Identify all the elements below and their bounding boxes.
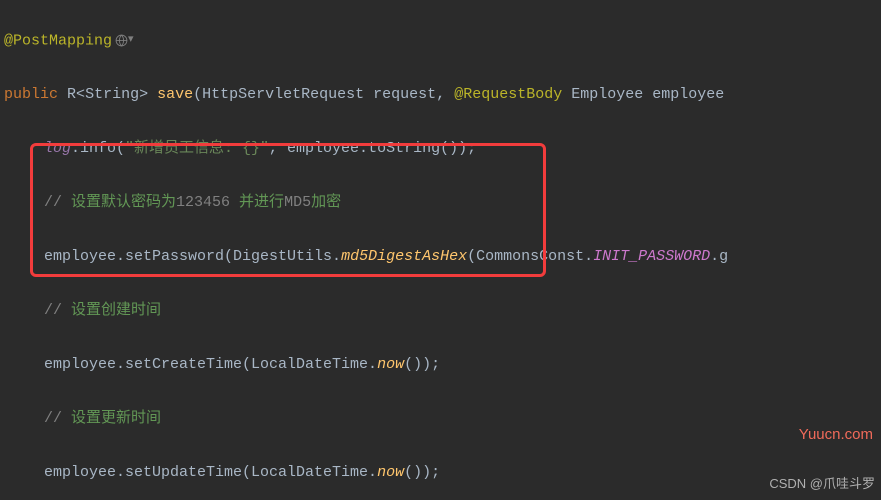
param-type: Employee bbox=[571, 86, 643, 103]
annotation: @PostMapping bbox=[4, 32, 112, 49]
code-text: employee.setCreateTime(LocalDateTime. bbox=[44, 356, 377, 373]
comment-line: // 设置默认密码为123456 并进行MD5加密 bbox=[0, 189, 881, 216]
method-name: save bbox=[157, 86, 193, 103]
code-text: ()); bbox=[404, 356, 440, 373]
comment: // bbox=[44, 302, 71, 319]
comment: 设置默认密码为 bbox=[71, 194, 176, 211]
code-text: , employee.toString()); bbox=[269, 140, 476, 157]
code-text: (CommonsConst. bbox=[467, 248, 593, 265]
generic-type: String bbox=[85, 86, 139, 103]
globe-icon bbox=[114, 34, 128, 48]
code-line: @PostMapping ▾ bbox=[0, 27, 881, 54]
static-method: md5DigestAsHex bbox=[341, 248, 467, 265]
code-line: employee.setPassword(DigestUtils.md5Dige… bbox=[0, 243, 881, 270]
chevron-down-icon: ▾ bbox=[128, 34, 134, 46]
watermark: Yuucn.com bbox=[799, 421, 873, 448]
code-text: .g bbox=[710, 248, 728, 265]
comment: 123456 bbox=[176, 194, 239, 211]
comment: MD5 bbox=[284, 194, 311, 211]
param-name: employee bbox=[652, 86, 724, 103]
static-method: now bbox=[377, 464, 404, 481]
code-line: log.info("新增员工信息: {}", employee.toString… bbox=[0, 135, 881, 162]
string-literal: "新增员工信息: {}" bbox=[125, 140, 269, 157]
comment: 设置创建时间 bbox=[71, 302, 161, 319]
log-var: log bbox=[44, 140, 71, 157]
comment-line: // 设置创建时间 bbox=[0, 297, 881, 324]
method-call: .info( bbox=[71, 140, 125, 157]
annotation: @RequestBody bbox=[454, 86, 562, 103]
param-type: HttpServletRequest bbox=[202, 86, 364, 103]
code-text: ()); bbox=[404, 464, 440, 481]
code-line: employee.setCreateTime(LocalDateTime.now… bbox=[0, 351, 881, 378]
csdn-attribution: CSDN @爪哇斗罗 bbox=[769, 470, 875, 497]
code-text: employee.setUpdateTime(LocalDateTime. bbox=[44, 464, 377, 481]
constant: INIT_PASSWORD bbox=[593, 248, 710, 265]
comment: 设置更新时间 bbox=[71, 410, 161, 427]
code-line: public R<String> save(HttpServletRequest… bbox=[0, 81, 881, 108]
static-method: now bbox=[377, 356, 404, 373]
code-line: employee.setUpdateTime(LocalDateTime.now… bbox=[0, 459, 881, 486]
comment-line: // 设置更新时间 bbox=[0, 405, 881, 432]
param-name: request bbox=[373, 86, 436, 103]
comment: 并进行 bbox=[239, 194, 284, 211]
comment: // bbox=[44, 194, 71, 211]
keyword-public: public bbox=[4, 86, 58, 103]
code-text: employee.setPassword(DigestUtils. bbox=[44, 248, 341, 265]
return-type: R bbox=[67, 86, 76, 103]
comment: // bbox=[44, 410, 71, 427]
comment: 加密 bbox=[311, 194, 341, 211]
code-editor[interactable]: @PostMapping ▾ public R<String> save(Http… bbox=[0, 0, 881, 500]
